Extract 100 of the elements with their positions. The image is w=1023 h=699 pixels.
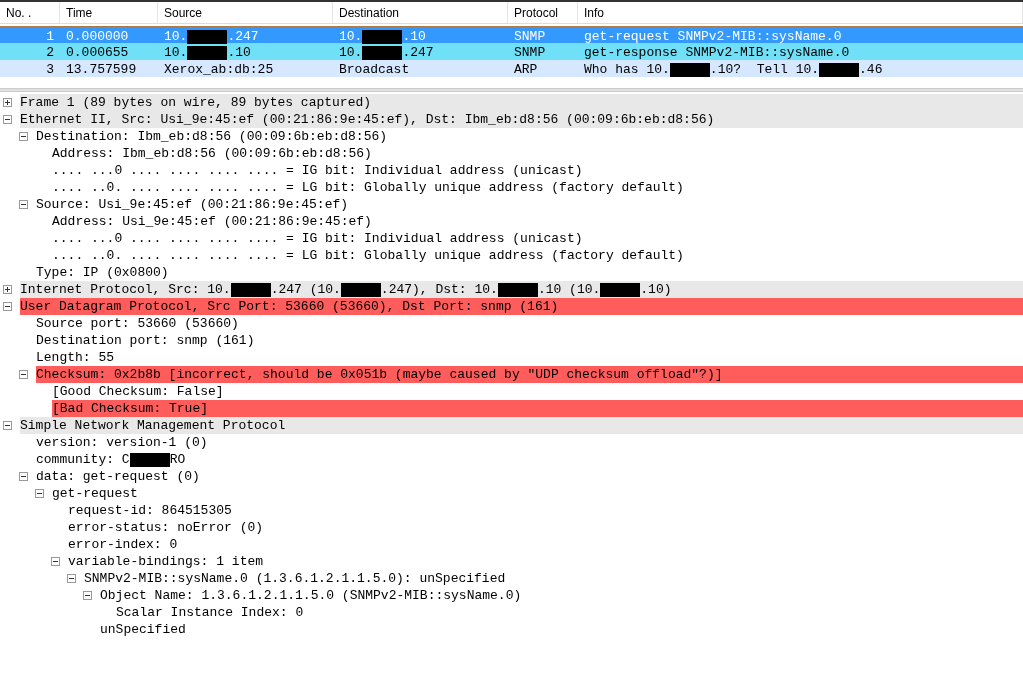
detail-row[interactable]: get-request: [52, 485, 1023, 502]
cell-text: .247: [402, 44, 434, 62]
detail-text: Address: Ibm_eb:d8:56 (00:09:6b:eb:d8:56): [52, 144, 372, 163]
detail-row[interactable]: Source port: 53660 (53660): [36, 315, 1023, 332]
collapse-icon[interactable]: [67, 574, 76, 583]
detail-row[interactable]: Frame 1 (89 bytes on wire, 89 bytes captured): [20, 94, 1023, 111]
detail-row[interactable]: request-id: 864515305: [68, 502, 1023, 519]
detail-text: Length: 55: [36, 348, 114, 367]
detail-row[interactable]: User Datagram Protocol, Src Port: 53660 (53660), Dst Port: snmp (161): [20, 298, 1023, 315]
redaction-block: [362, 29, 403, 44]
detail-row[interactable]: community: C RO: [36, 451, 1023, 468]
detail-row[interactable]: Length: 55: [36, 349, 1023, 366]
detail-row[interactable]: Simple Network Management Protocol: [20, 417, 1023, 434]
redaction-block: [362, 45, 403, 60]
detail-row[interactable]: SNMPv2-MIB::sysName.0 (1.3.6.1.2.1.1.5.0): unSpecified: [84, 570, 1023, 587]
detail-row[interactable]: Address: Usi_9e:45:ef (00:21:86:9e:45:ef): [52, 213, 1023, 230]
detail-row[interactable]: Destination port: snmp (161): [36, 332, 1023, 349]
packet-row[interactable]: 3 13.757599 Xerox_ab:db:25 Broadcast ARP Who has 10. .10? Tell 10. .46: [0, 60, 1023, 77]
detail-text: .247), Dst: 10.: [380, 280, 498, 299]
redaction-block: [230, 282, 271, 297]
detail-text: Internet Protocol, Src: 10.: [20, 280, 231, 299]
column-header[interactable]: Protocol: [508, 2, 578, 23]
detail-row[interactable]: .... ..0. .... .... .... .... = LG bit: Globally unique address (factory default): [52, 179, 1023, 196]
column-header[interactable]: Time: [60, 2, 158, 23]
detail-text: Frame 1 (89 bytes on wire, 89 bytes captured): [20, 93, 372, 112]
detail-row[interactable]: unSpecified: [100, 621, 1023, 638]
detail-text: Destination: Ibm_eb:d8:56 (00:09:6b:eb:d8:56): [36, 127, 388, 146]
detail-text: error-status: noError (0): [68, 518, 264, 537]
collapse-icon[interactable]: [19, 132, 28, 141]
detail-row[interactable]: Scalar Instance Index: 0: [116, 604, 1023, 621]
collapse-icon[interactable]: [3, 115, 12, 124]
cell-text: get-response SNMPv2-MIB::sysName.0: [584, 44, 850, 62]
detail-text: variable-bindings: 1 item: [68, 552, 264, 571]
cell-text: 2: [46, 44, 54, 62]
detail-text: community: C: [36, 450, 130, 469]
packet-row[interactable]: 2 0.000655 10. .10 10. .247 SNMP get-response SNMPv2-MIB::sysName.0: [0, 43, 1023, 60]
detail-text: Object Name: 1.3.6.1.2.1.1.5.0 (SNMPv2-MIB::sysName.0): [100, 586, 522, 605]
detail-text: unSpecified: [100, 620, 186, 639]
detail-row[interactable]: error-status: noError (0): [68, 519, 1023, 536]
detail-row[interactable]: Source: Usi_9e:45:ef (00:21:86:9e:45:ef): [36, 196, 1023, 213]
detail-text: version: version-1 (0): [36, 433, 208, 452]
cell-text: .10: [227, 44, 251, 62]
detail-text: .... ...0 .... .... .... .... = IG bit: Individual address (unicast): [52, 161, 583, 180]
collapse-icon[interactable]: [19, 370, 28, 379]
column-header[interactable]: Destination: [333, 2, 508, 23]
detail-row[interactable]: .... ...0 .... .... .... .... = IG bit: Individual address (unicast): [52, 162, 1023, 179]
redaction-block: [340, 282, 381, 297]
detail-text: data: get-request (0): [36, 467, 200, 486]
expand-icon[interactable]: [3, 98, 12, 107]
detail-text: Checksum: 0x2b8b [incorrect, should be 0x051b (maybe caused by "UDP checksum offload"?)]: [36, 365, 723, 384]
detail-row[interactable]: Ethernet II, Src: Usi_9e:45:ef (00:21:86:9e:45:ef), Dst: Ibm_eb:d8:56 (00:09:6b:eb:d8:56): [20, 111, 1023, 128]
cell-text: Broadcast: [339, 61, 410, 79]
detail-text: .10): [640, 280, 672, 299]
collapse-icon[interactable]: [19, 472, 28, 481]
detail-row[interactable]: Address: Ibm_eb:d8:56 (00:09:6b:eb:d8:56): [52, 145, 1023, 162]
detail-row[interactable]: Checksum: 0x2b8b [incorrect, should be 0x051b (maybe caused by "UDP checksum offload"?)]: [36, 366, 1023, 383]
detail-text: .... ..0. .... .... .... .... = LG bit: Globally unique address (factory default): [52, 178, 684, 197]
detail-row[interactable]: [Good Checksum: False]: [52, 383, 1023, 400]
detail-text: User Datagram Protocol, Src Port: 53660 (53660), Dst Port: snmp (161): [20, 297, 559, 316]
cell-text: 0.000000: [66, 28, 129, 46]
detail-text: error-index: 0: [68, 535, 178, 554]
detail-row[interactable]: error-index: 0: [68, 536, 1023, 553]
detail-row[interactable]: [Bad Checksum: True]: [52, 400, 1023, 417]
detail-text: Scalar Instance Index: 0: [116, 603, 304, 622]
detail-row[interactable]: Type: IP (0x0800): [36, 264, 1023, 281]
collapse-icon[interactable]: [51, 557, 60, 566]
detail-text: RO: [169, 450, 186, 469]
cell-text: 10.: [164, 44, 188, 62]
column-header[interactable]: No. .: [0, 2, 60, 23]
collapse-icon[interactable]: [3, 302, 12, 311]
detail-row[interactable]: data: get-request (0): [36, 468, 1023, 485]
collapse-icon[interactable]: [3, 421, 12, 430]
detail-text: .... ...0 .... .... .... .... = IG bit: Individual address (unicast): [52, 229, 583, 248]
detail-row[interactable]: Internet Protocol, Src: 10. .247 (10. .247), Dst: 10. .10 (10. .10): [20, 281, 1023, 298]
collapse-icon[interactable]: [83, 591, 92, 600]
detail-row[interactable]: version: version-1 (0): [36, 434, 1023, 451]
collapse-icon[interactable]: [19, 200, 28, 209]
detail-text: Simple Network Management Protocol: [20, 416, 286, 435]
expand-icon[interactable]: [3, 285, 12, 294]
collapse-icon[interactable]: [35, 489, 44, 498]
detail-row[interactable]: Destination: Ibm_eb:d8:56 (00:09:6b:eb:d8:56): [36, 128, 1023, 145]
cell-text: .10: [402, 28, 426, 46]
cell-text: 3: [46, 61, 54, 79]
detail-row[interactable]: .... ..0. .... .... .... .... = LG bit: Globally unique address (factory default): [52, 247, 1023, 264]
detail-text: Source port: 53660 (53660): [36, 314, 239, 333]
cell-text: 13.757599: [66, 61, 137, 79]
column-header[interactable]: Info: [578, 2, 1023, 23]
cell-text: get-request SNMPv2-MIB::sysName.0: [584, 28, 842, 46]
detail-text: .... ..0. .... .... .... .... = LG bit: Globally unique address (factory default): [52, 246, 684, 265]
redaction-block: [669, 62, 710, 77]
detail-text: Destination port: snmp (161): [36, 331, 255, 350]
detail-row[interactable]: variable-bindings: 1 item: [68, 553, 1023, 570]
detail-row[interactable]: .... ...0 .... .... .... .... = IG bit: Individual address (unicast): [52, 230, 1023, 247]
detail-text: Source: Usi_9e:45:ef (00:21:86:9e:45:ef): [36, 195, 349, 214]
column-header[interactable]: Source: [158, 2, 333, 23]
cell-text: ARP: [514, 61, 538, 79]
detail-text: .247 (10.: [270, 280, 341, 299]
cell-text: Xerox_ab:db:25: [164, 61, 274, 79]
detail-row[interactable]: Object Name: 1.3.6.1.2.1.1.5.0 (SNMPv2-MIB::sysName.0): [100, 587, 1023, 604]
cell-text: 1: [46, 28, 54, 46]
